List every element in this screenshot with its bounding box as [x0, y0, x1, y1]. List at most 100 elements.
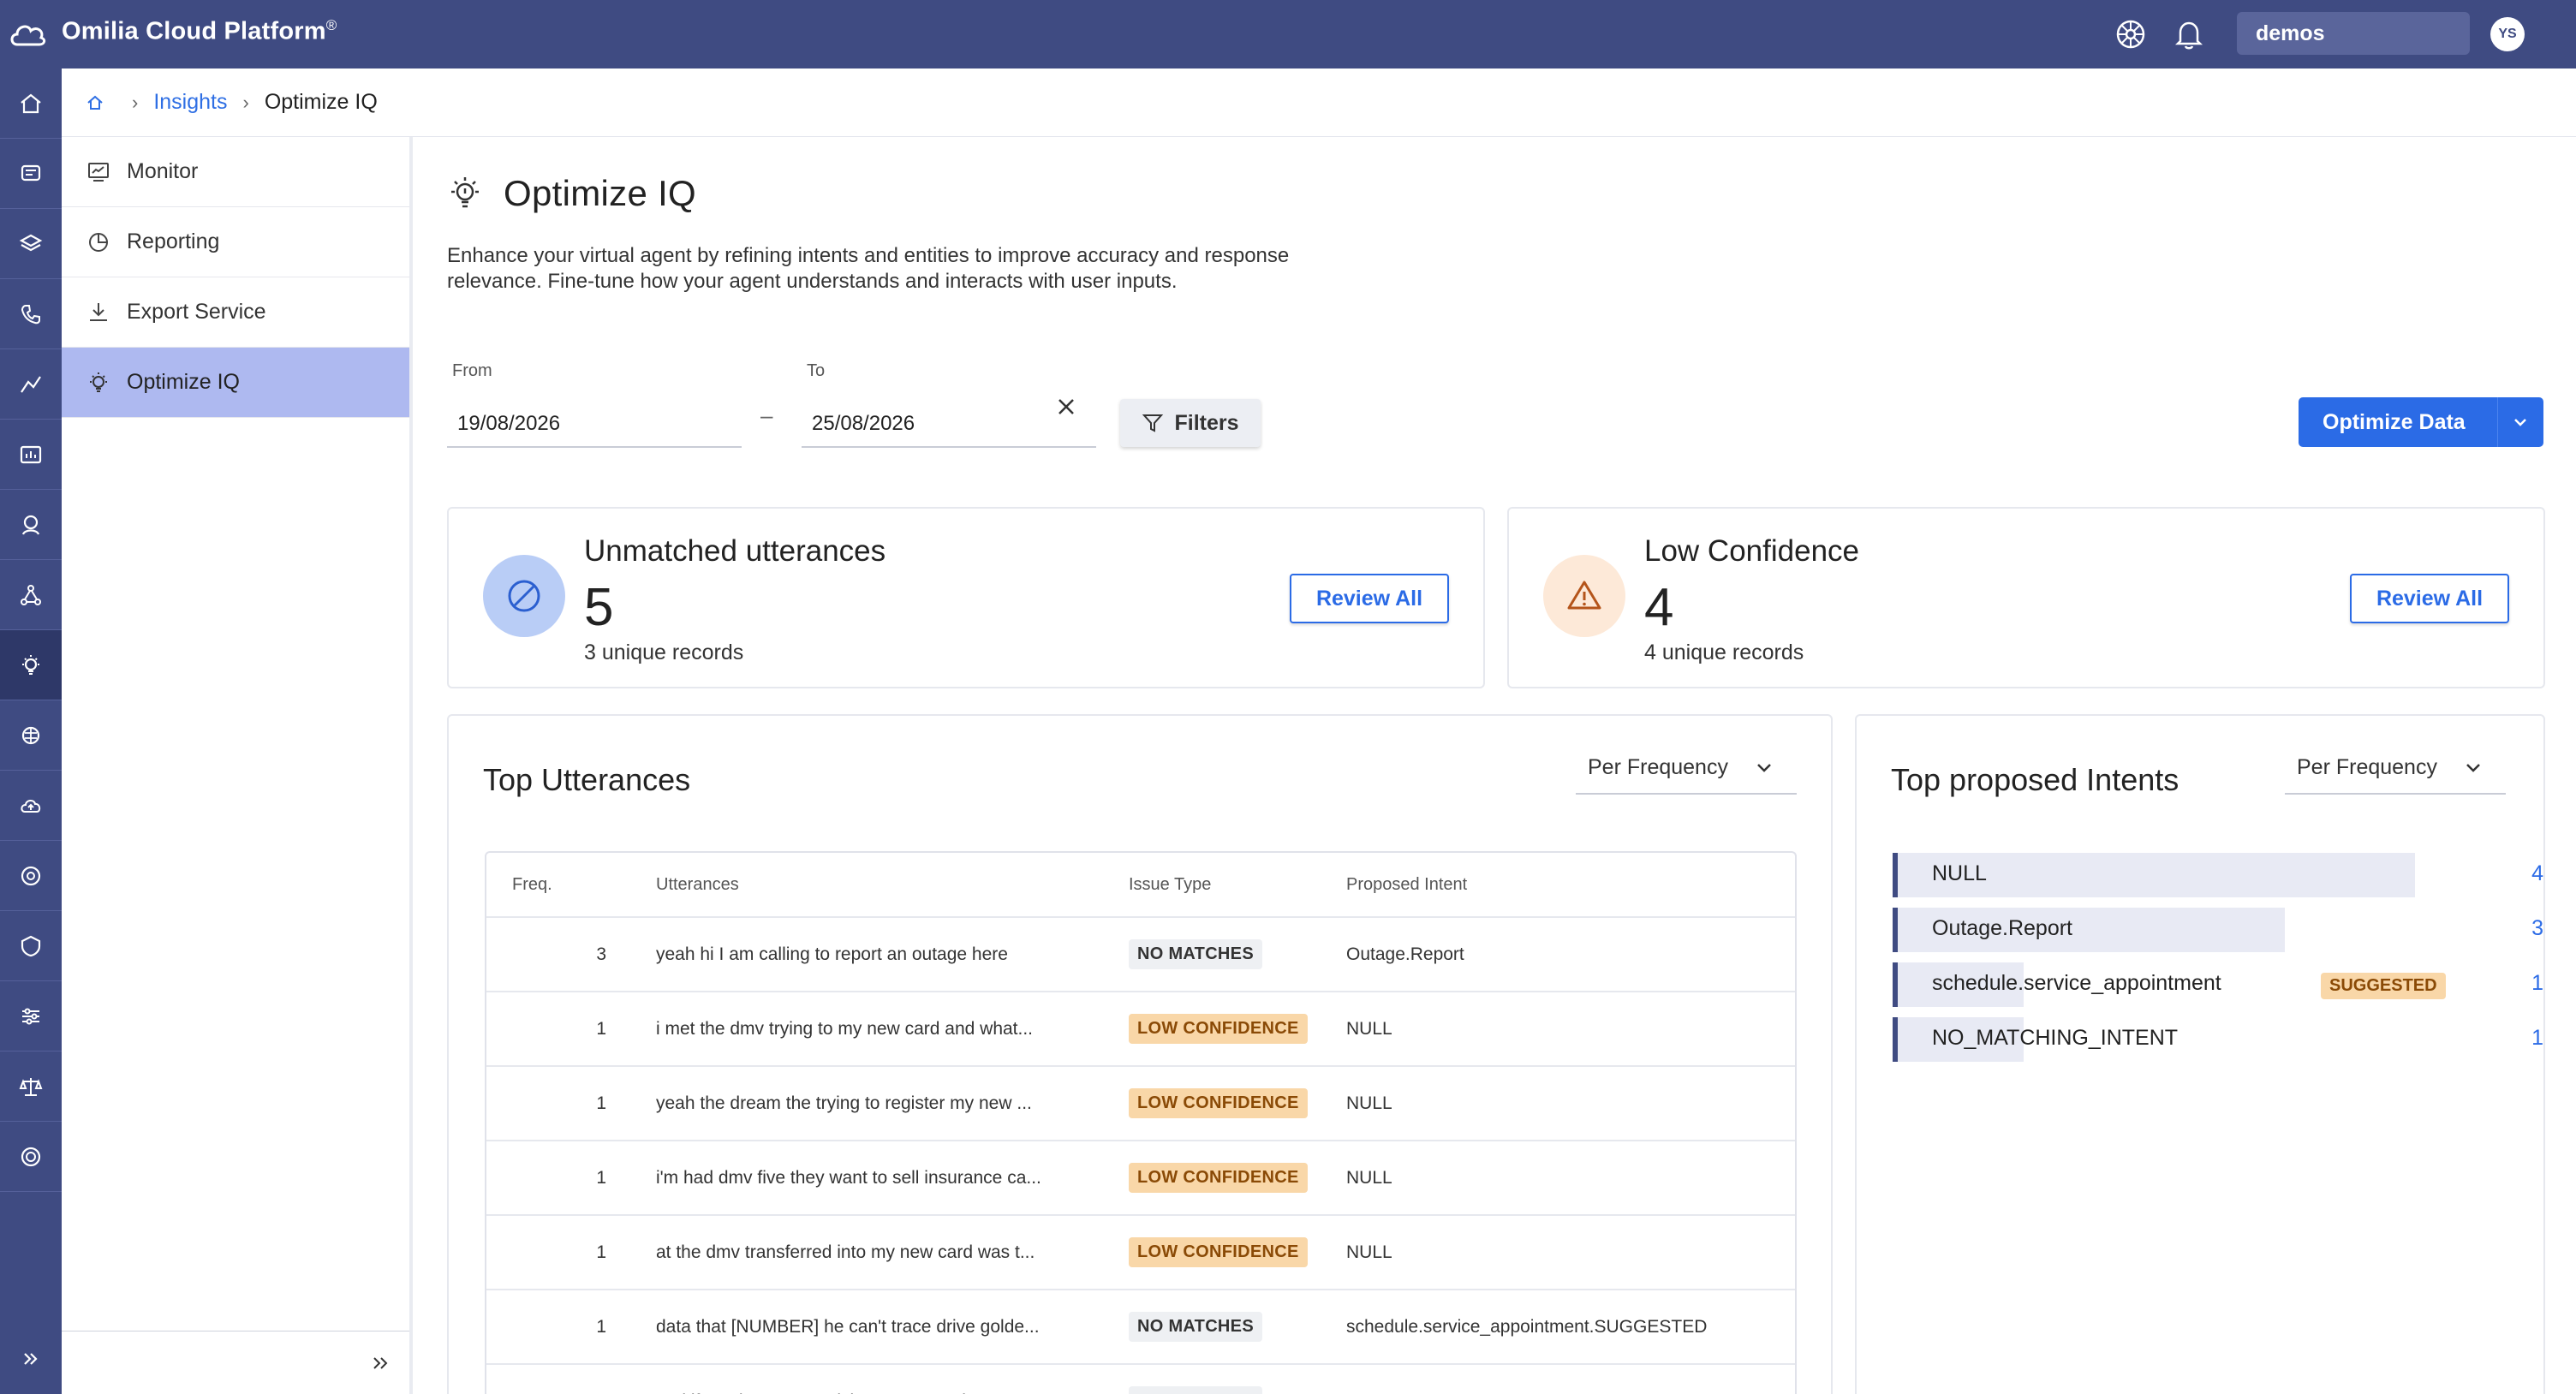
to-label: To — [807, 361, 826, 380]
subnav-label: Optimize IQ — [127, 370, 240, 394]
subnav-item-optimize-iq[interactable]: Optimize IQ — [62, 348, 409, 418]
page-description: Enhance your virtual agent by refining i… — [447, 244, 1290, 293]
rail-brain[interactable] — [0, 700, 62, 771]
bell-icon[interactable] — [2172, 17, 2206, 51]
card-value: 5 — [584, 578, 614, 637]
intent-row[interactable]: NULL 4 — [1893, 849, 2543, 904]
card-subtitle: 4 unique records — [1644, 640, 1804, 664]
pie-chart-icon — [89, 232, 108, 252]
chevron-right-icon: › — [132, 91, 139, 113]
rail-expand[interactable] — [0, 1324, 62, 1394]
rail-shield[interactable] — [0, 911, 62, 981]
intent-row[interactable]: schedule.service_appointment SUGGESTED 1 — [1893, 959, 2543, 1014]
from-label: From — [452, 361, 492, 380]
rail-home[interactable] — [0, 69, 62, 139]
unmatched-utterances-card: Unmatched utterances 5 3 unique records … — [447, 507, 1485, 688]
rail-agent[interactable] — [0, 490, 62, 560]
table-header: Freq. Utterances Issue Type Proposed Int… — [486, 853, 1795, 918]
review-all-button[interactable]: Review All — [1290, 574, 1449, 623]
avatar[interactable]: YS — [2490, 17, 2525, 51]
app-title: Omilia Cloud Platform® — [62, 17, 337, 45]
intent-row[interactable]: NO_MATCHING_INTENT 1 — [1893, 1014, 2543, 1069]
to-date-field[interactable]: To 25/08/2026 — [802, 361, 1096, 448]
dashboard-icon — [20, 445, 42, 463]
sliders-icon — [22, 1008, 39, 1024]
left-rail — [0, 69, 62, 1394]
lightbulb-icon — [451, 177, 479, 208]
chevron-right-icon: › — [242, 91, 249, 113]
rail-balance[interactable] — [0, 1051, 62, 1122]
chevron-down-icon[interactable] — [2509, 411, 2531, 433]
subnav-item-export-service[interactable]: Export Service — [62, 277, 409, 348]
utterance-cell: yeah the dream the trying to register my… — [656, 1093, 1032, 1113]
shield-icon — [21, 935, 41, 956]
intent-name: schedule.service_appointment — [1932, 971, 2221, 995]
table-row[interactable]: 1 i met the dmv trying to my new card an… — [486, 992, 1795, 1067]
agent-icon — [21, 515, 40, 535]
intent-cell: schedule.service_appointment.SUGGESTED — [1346, 1316, 1708, 1337]
rail-help[interactable] — [0, 1122, 62, 1192]
main-content: Optimize IQ Enhance your virtual agent b… — [416, 137, 2576, 1394]
breadcrumb-insights[interactable]: Insights — [153, 90, 227, 115]
subnav-item-monitor[interactable]: Monitor — [62, 137, 409, 207]
rail-layers[interactable] — [0, 209, 62, 279]
issue-cell: LOW CONFIDENCE — [1129, 1141, 1334, 1214]
chat-icon — [21, 164, 41, 181]
issue-badge: LOW CONFIDENCE — [1129, 1088, 1308, 1118]
table-row[interactable]: 1 at the dmv transferred into my new car… — [486, 1216, 1795, 1290]
column-header[interactable]: Proposed Intent — [1346, 853, 1792, 916]
optimize-data-button[interactable]: Optimize Data — [2299, 397, 2543, 447]
intent-count[interactable]: 4 — [2531, 861, 2543, 886]
intent-cell: NULL — [1346, 1242, 1392, 1262]
intent-count[interactable]: 1 — [2531, 971, 2543, 996]
sort-select[interactable]: Per Frequency — [2285, 743, 2506, 795]
intent-cell: NO_MATCHING_INTENT — [1346, 1365, 1792, 1394]
lightbulb-icon — [90, 372, 107, 392]
card-title: Low Confidence — [1644, 534, 1859, 568]
intent-cell: NULL — [1346, 1167, 1392, 1188]
rail-phone[interactable] — [0, 279, 62, 349]
rail-analytics[interactable] — [0, 349, 62, 420]
clear-date-icon[interactable] — [1053, 394, 1079, 420]
top-bar: Omilia Cloud Platform® demos YS — [0, 0, 2576, 69]
warning-icon — [1567, 581, 1601, 610]
no-match-icon — [508, 580, 540, 612]
from-date-input[interactable]: 19/08/2026 — [447, 403, 742, 448]
utterance-cell: data that [NUMBER] he can't trace drive … — [656, 1316, 1040, 1337]
subnav-item-reporting[interactable]: Reporting — [62, 207, 409, 277]
to-date-input[interactable]: 25/08/2026 — [802, 403, 1096, 448]
table-row[interactable]: 1 data that [NUMBER] he can't trace driv… — [486, 1290, 1795, 1365]
cloud-logo-icon[interactable] — [7, 17, 48, 51]
intent-count[interactable]: 1 — [2531, 1026, 2543, 1051]
table-row[interactable]: 1 i'm had dmv five they want to sell ins… — [486, 1141, 1795, 1216]
review-all-button[interactable]: Review All — [2350, 574, 2509, 623]
table-row[interactable]: 3 yeah hi I am calling to report an outa… — [486, 918, 1795, 992]
rail-dashboard[interactable] — [0, 420, 62, 490]
sort-select[interactable]: Per Frequency — [1576, 743, 1797, 795]
issue-cell: LOW CONFIDENCE — [1129, 1216, 1334, 1289]
filters-button[interactable]: Filters — [1120, 399, 1261, 447]
rail-network[interactable] — [0, 560, 62, 630]
table-row[interactable]: 1 yeah the dream the trying to register … — [486, 1067, 1795, 1141]
rail-filter[interactable] — [0, 981, 62, 1051]
column-header[interactable]: Freq. — [486, 853, 606, 916]
column-header[interactable]: Issue Type — [1129, 853, 1334, 916]
rail-conversations[interactable] — [0, 139, 62, 209]
panel-title: Top proposed Intents — [1891, 762, 2179, 797]
account-selector[interactable]: demos — [2237, 12, 2470, 55]
home-icon[interactable] — [86, 93, 104, 112]
rail-insights[interactable] — [0, 630, 62, 700]
utterance-cell: and if you have any quick answers and ..… — [656, 1365, 1110, 1394]
from-date-field[interactable]: From 19/08/2026 — [447, 361, 742, 448]
intent-count[interactable]: 3 — [2531, 916, 2543, 941]
intent-row[interactable]: Outage.Report 3 — [1893, 904, 2543, 959]
utterance-cell: i'm had dmv five they want to sell insur… — [656, 1167, 1041, 1188]
support-icon — [21, 866, 41, 885]
double-chevron-right-icon[interactable] — [368, 1350, 394, 1376]
column-header[interactable]: Utterances — [656, 853, 1110, 916]
rail-cloud[interactable] — [0, 771, 62, 841]
settings-wheel-icon[interactable] — [2114, 17, 2148, 51]
top-utterances-panel: Top Utterances Per Frequency Freq. Utter… — [447, 714, 1833, 1394]
table-row[interactable]: 1 and if you have any quick answers and … — [486, 1365, 1795, 1394]
rail-support[interactable] — [0, 841, 62, 911]
